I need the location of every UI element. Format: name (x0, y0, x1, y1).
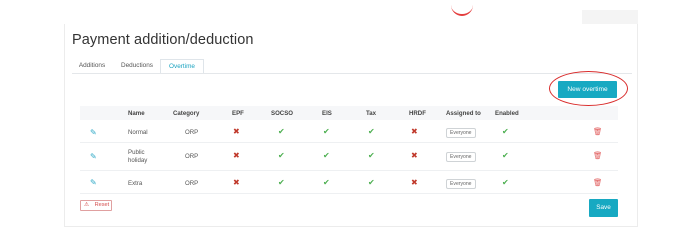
trash-icon[interactable]: 🗑 (593, 152, 603, 160)
header-eis: EIS (322, 110, 332, 117)
row-name: Public holiday (128, 149, 148, 164)
table-header (80, 106, 618, 120)
row-name: Normal (128, 129, 148, 136)
pencil-icon[interactable]: ✎ (90, 129, 97, 137)
assigned-badge: Everyone (446, 152, 476, 162)
tab-deductions[interactable]: Deductions (114, 59, 160, 74)
check-icon: ✔ (368, 127, 375, 136)
check-icon: ✔ (502, 178, 509, 187)
cross-icon: ✖ (233, 178, 240, 187)
row-category: ORP (185, 180, 199, 187)
tab-additions[interactable]: Additions (72, 59, 112, 74)
header-assigned: Assigned to (446, 110, 481, 117)
header-name: Name (128, 110, 145, 117)
check-icon: ✔ (323, 178, 330, 187)
check-icon: ✔ (278, 178, 285, 187)
header-hrdf: HRDF (409, 110, 426, 117)
header-epf: EPF (232, 110, 244, 117)
check-icon: ✔ (502, 127, 509, 136)
annotation-circle (549, 71, 628, 106)
header-enabled: Enabled (495, 110, 519, 117)
tab-divider (72, 73, 632, 74)
table-row (80, 171, 618, 194)
check-icon: ✔ (502, 151, 509, 160)
save-button[interactable]: Save (589, 199, 618, 217)
warning-icon: ⚠ (84, 202, 90, 208)
row-category: ORP (185, 153, 199, 160)
trash-icon[interactable]: 🗑 (593, 179, 603, 187)
check-icon: ✔ (323, 151, 330, 160)
reset-label: Reset (94, 202, 110, 208)
reset-button[interactable]: ⚠ Reset (80, 200, 112, 211)
tab-overtime[interactable]: Overtime (160, 59, 204, 74)
trash-icon[interactable]: 🗑 (593, 128, 603, 136)
top-strip (582, 10, 638, 24)
row-category: ORP (185, 129, 199, 136)
cross-icon: ✖ (411, 151, 418, 160)
cross-icon: ✖ (411, 178, 418, 187)
pencil-icon[interactable]: ✎ (90, 153, 97, 161)
table-row (80, 121, 618, 143)
check-icon: ✔ (368, 178, 375, 187)
assigned-badge: Everyone (446, 179, 476, 189)
pencil-icon[interactable]: ✎ (90, 179, 97, 187)
cross-icon: ✖ (233, 127, 240, 136)
assigned-badge: Everyone (446, 128, 476, 138)
row-name: Extra (128, 180, 143, 187)
header-tax: Tax (366, 110, 377, 117)
page-title: Payment addition/deduction (72, 32, 254, 48)
check-icon: ✔ (278, 151, 285, 160)
check-icon: ✔ (368, 151, 375, 160)
check-icon: ✔ (278, 127, 285, 136)
annotation-mark (451, 0, 473, 16)
cross-icon: ✖ (411, 127, 418, 136)
header-socso: SOCSO (271, 110, 294, 117)
cross-icon: ✖ (233, 151, 240, 160)
check-icon: ✔ (323, 127, 330, 136)
header-category: Category (173, 110, 200, 117)
